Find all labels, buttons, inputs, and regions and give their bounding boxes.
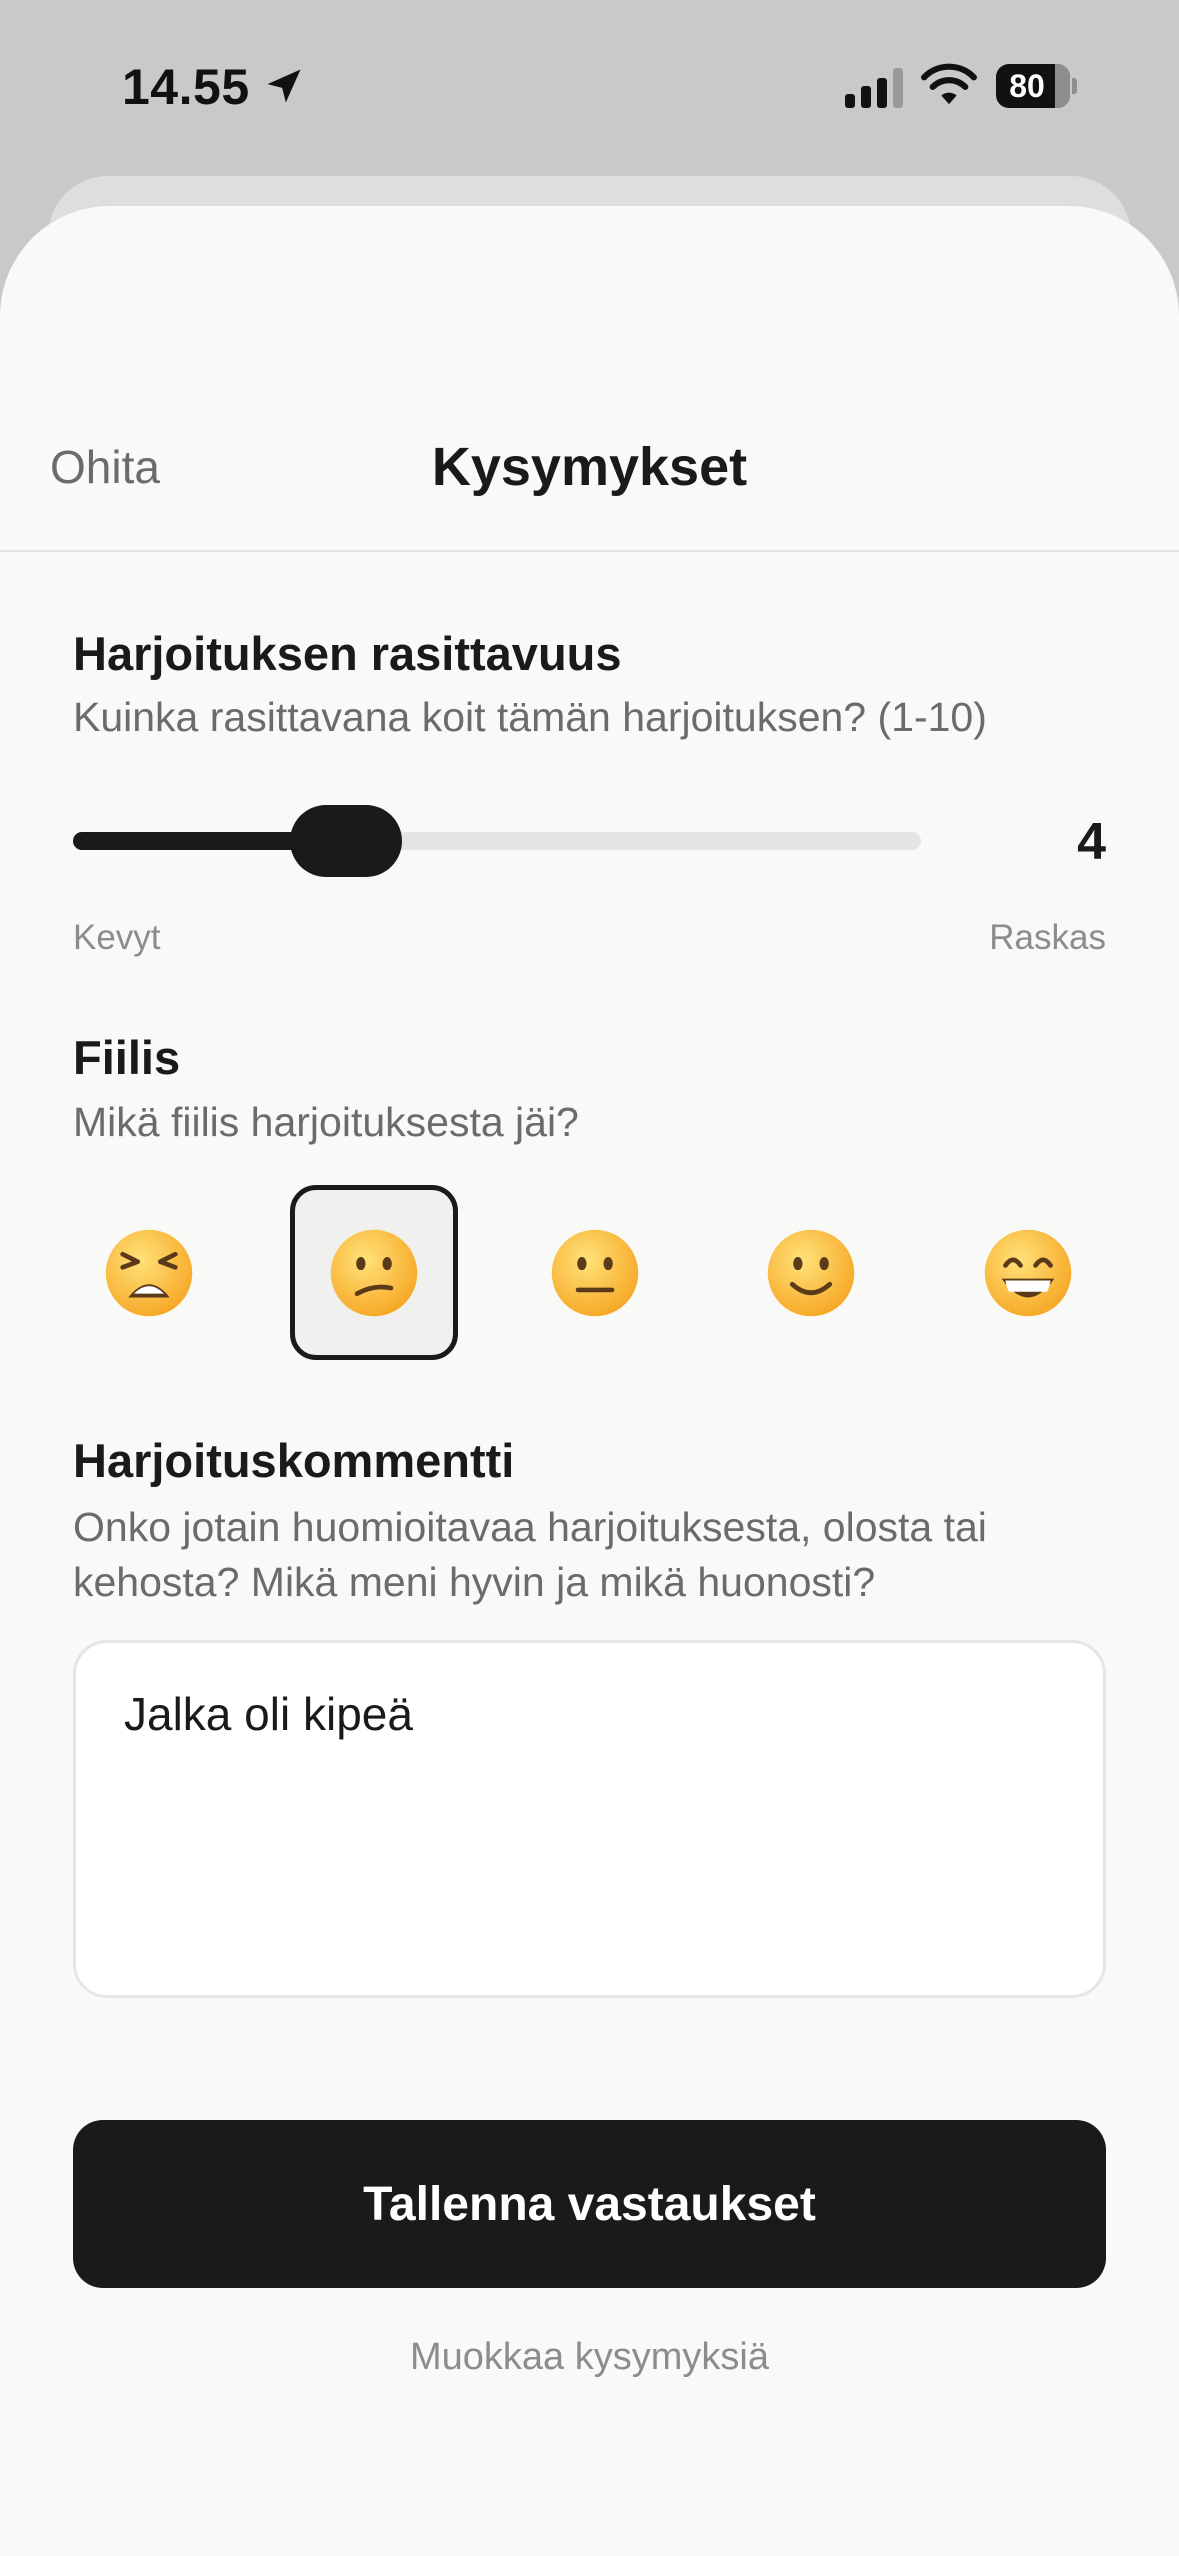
effort-slider[interactable] (73, 805, 921, 877)
mood-title: Fiilis (73, 1031, 181, 1084)
mood-options (0, 1185, 1179, 1360)
comment-title: Harjoituskommentti (73, 1434, 515, 1487)
tired-face-icon (105, 1229, 193, 1316)
page-title: Kysymykset (431, 437, 748, 497)
effort-max-label: Raskas (989, 918, 1106, 957)
sheet-header: Ohita Kysymykset (0, 404, 1179, 552)
edit-questions-link[interactable]: Muokkaa kysymyksiä (0, 2336, 1179, 2379)
comment-description: Onko jotain huomioitavaa harjoituksesta,… (73, 1504, 987, 1605)
mood-option-neutral[interactable] (511, 1185, 679, 1360)
comment-textarea[interactable]: Jalka oli kipeä (73, 1640, 1106, 1998)
grinning-face-icon (984, 1229, 1072, 1316)
mood-option-confused[interactable] (290, 1185, 458, 1360)
mood-option-grinning[interactable] (944, 1185, 1112, 1360)
mood-description: Mikä fiilis harjoituksesta jäi? (73, 1099, 579, 1145)
slightly-smiling-face-icon (767, 1229, 855, 1316)
wifi-icon (921, 63, 977, 105)
battery-level: 80 (1009, 68, 1045, 104)
status-time: 14.55 (122, 59, 250, 115)
status-bar: 14.55 80 (0, 0, 1179, 170)
effort-description: Kuinka rasittavana koit tämän harjoituks… (73, 694, 987, 740)
location-arrow-icon (267, 69, 301, 103)
confused-face-icon (330, 1229, 418, 1316)
mood-option-tired[interactable] (65, 1185, 233, 1360)
cellular-signal-icon (845, 68, 903, 108)
mood-option-smiling[interactable] (727, 1185, 895, 1360)
save-answers-button[interactable]: Tallenna vastaukset (73, 2120, 1106, 2288)
neutral-face-icon (551, 1229, 639, 1316)
battery-indicator: 80 (996, 64, 1078, 108)
comment-value: Jalka oli kipeä (124, 1688, 413, 1740)
slider-thumb[interactable] (290, 805, 403, 877)
effort-min-label: Kevyt (73, 918, 161, 957)
effort-title: Harjoituksen rasittavuus (73, 627, 622, 680)
effort-value: 4 (1077, 813, 1106, 871)
